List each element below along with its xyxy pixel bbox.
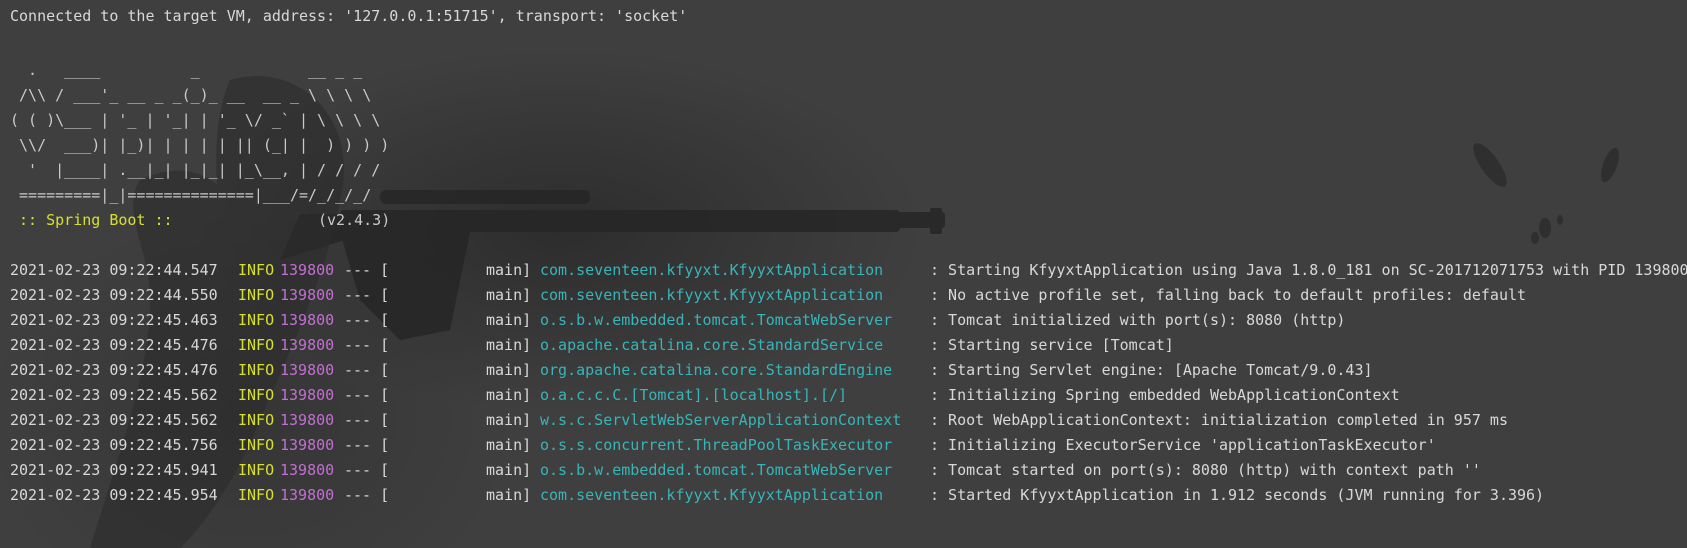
log-line: 2021-02-23 09:22:45.562 INFO 139800 --- …: [10, 407, 1508, 434]
log-separator: --- [: [344, 461, 390, 479]
log-pid: 139800: [280, 411, 335, 429]
log-level: INFO: [238, 386, 275, 404]
log-timestamp: 2021-02-23 09:22:45.562: [10, 411, 218, 429]
log-message: : Root WebApplicationContext: initializa…: [930, 411, 1508, 429]
log-level: INFO: [238, 461, 275, 479]
log-thread: main]: [486, 311, 532, 329]
log-line: 2021-02-23 09:22:44.550 INFO 139800 --- …: [10, 282, 1526, 309]
log-timestamp: 2021-02-23 09:22:45.941: [10, 461, 218, 479]
log-level: INFO: [238, 486, 275, 504]
log-thread: main]: [486, 486, 532, 504]
log-logger-link[interactable]: o.s.s.concurrent.ThreadPoolTaskExecutor: [540, 432, 892, 459]
banner-ascii-line: =========|_|==============|___/=/_/_/_/: [10, 186, 372, 204]
log-timestamp: 2021-02-23 09:22:44.550: [10, 286, 218, 304]
log-thread: main]: [486, 286, 532, 304]
connection-status-line: Connected to the target VM, address: '12…: [10, 7, 688, 25]
log-pid: 139800: [280, 361, 335, 379]
log-line: 2021-02-23 09:22:45.756 INFO 139800 --- …: [10, 432, 1436, 459]
banner-ascii-line: /\\ / ___'_ __ _ _(_)_ __ __ _ \ \ \ \: [10, 86, 372, 104]
log-line: 2021-02-23 09:22:45.941 INFO 139800 --- …: [10, 457, 1481, 484]
log-level: INFO: [238, 261, 275, 279]
spring-boot-version-line: :: Spring Boot :: (v2.4.3): [10, 207, 390, 234]
log-thread: main]: [486, 436, 532, 454]
log-separator: --- [: [344, 286, 390, 304]
log-pid: 139800: [280, 486, 335, 504]
log-logger-link[interactable]: com.seventeen.kfyyxt.KfyyxtApplication: [540, 257, 883, 284]
log-level: INFO: [238, 311, 275, 329]
log-line: 2021-02-23 09:22:45.463 INFO 139800 --- …: [10, 307, 1345, 334]
log-level: INFO: [238, 436, 275, 454]
log-timestamp: 2021-02-23 09:22:45.954: [10, 486, 218, 504]
log-message: : Starting Servlet engine: [Apache Tomca…: [930, 361, 1373, 379]
spring-boot-version: (v2.4.3): [318, 211, 391, 229]
banner-ascii-line: . ____ _ __ _ _: [10, 61, 363, 79]
log-thread: main]: [486, 261, 532, 279]
log-message: : Initializing ExecutorService 'applicat…: [930, 436, 1436, 454]
log-timestamp: 2021-02-23 09:22:45.476: [10, 336, 218, 354]
log-pid: 139800: [280, 286, 335, 304]
log-line: 2021-02-23 09:22:45.954 INFO 139800 --- …: [10, 482, 1544, 509]
log-separator: --- [: [344, 336, 390, 354]
log-line: 2021-02-23 09:22:44.547 INFO 139800 --- …: [10, 257, 1687, 284]
spring-boot-label: :: Spring Boot ::: [10, 211, 182, 229]
log-pid: 139800: [280, 436, 335, 454]
log-pid: 139800: [280, 461, 335, 479]
log-message: : Initializing Spring embedded WebApplic…: [930, 386, 1400, 404]
log-separator: --- [: [344, 486, 390, 504]
log-logger-link[interactable]: o.s.b.w.embedded.tomcat.TomcatWebServer: [540, 307, 892, 334]
log-pid: 139800: [280, 261, 335, 279]
log-level: INFO: [238, 286, 275, 304]
log-level: INFO: [238, 336, 275, 354]
log-pid: 139800: [280, 386, 335, 404]
log-thread: main]: [486, 386, 532, 404]
log-separator: --- [: [344, 261, 390, 279]
log-separator: --- [: [344, 386, 390, 404]
log-line: 2021-02-23 09:22:45.476 INFO 139800 --- …: [10, 332, 1174, 359]
log-logger-link[interactable]: com.seventeen.kfyyxt.KfyyxtApplication: [540, 282, 883, 309]
log-message: : Starting service [Tomcat]: [930, 336, 1174, 354]
log-logger-link[interactable]: o.s.b.w.embedded.tomcat.TomcatWebServer: [540, 457, 892, 484]
log-logger-link[interactable]: o.a.c.c.C.[Tomcat].[localhost].[/]: [540, 382, 847, 409]
log-level: INFO: [238, 361, 275, 379]
log-message: : Tomcat started on port(s): 8080 (http)…: [930, 461, 1481, 479]
log-separator: --- [: [344, 361, 390, 379]
log-timestamp: 2021-02-23 09:22:44.547: [10, 261, 218, 279]
log-logger-link[interactable]: com.seventeen.kfyyxt.KfyyxtApplication: [540, 482, 883, 509]
log-line: 2021-02-23 09:22:45.562 INFO 139800 --- …: [10, 382, 1400, 409]
log-logger-link[interactable]: o.apache.catalina.core.StandardService: [540, 332, 883, 359]
log-timestamp: 2021-02-23 09:22:45.562: [10, 386, 218, 404]
log-message: : No active profile set, falling back to…: [930, 286, 1527, 304]
log-message: : Tomcat initialized with port(s): 8080 …: [930, 311, 1346, 329]
log-thread: main]: [486, 461, 532, 479]
log-timestamp: 2021-02-23 09:22:45.756: [10, 436, 218, 454]
log-pid: 139800: [280, 336, 335, 354]
log-thread: main]: [486, 361, 532, 379]
log-separator: --- [: [344, 311, 390, 329]
log-pid: 139800: [280, 311, 335, 329]
banner-ascii-line: ( ( )\___ | '_ | '_| | '_ \/ _` | \ \ \ …: [10, 111, 381, 129]
log-level: INFO: [238, 411, 275, 429]
log-logger-link[interactable]: org.apache.catalina.core.StandardEngine: [540, 357, 892, 384]
log-line: 2021-02-23 09:22:45.476 INFO 139800 --- …: [10, 357, 1373, 384]
console-output[interactable]: Connected to the target VM, address: '12…: [0, 0, 1687, 548]
banner-ascii-line: ' |____| .__|_| |_|_| |_\__, | / / / /: [10, 161, 381, 179]
log-timestamp: 2021-02-23 09:22:45.463: [10, 311, 218, 329]
log-separator: --- [: [344, 436, 390, 454]
log-logger-link[interactable]: w.s.c.ServletWebServerApplicationContext: [540, 407, 901, 434]
log-thread: main]: [486, 336, 532, 354]
log-timestamp: 2021-02-23 09:22:45.476: [10, 361, 218, 379]
log-message: : Starting KfyyxtApplication using Java …: [930, 261, 1687, 279]
banner-ascii-line: \\/ ___)| |_)| | | | | || (_| | ) ) ) ): [10, 136, 390, 154]
log-separator: --- [: [344, 411, 390, 429]
log-message: : Started KfyyxtApplication in 1.912 sec…: [930, 486, 1545, 504]
log-thread: main]: [486, 411, 532, 429]
